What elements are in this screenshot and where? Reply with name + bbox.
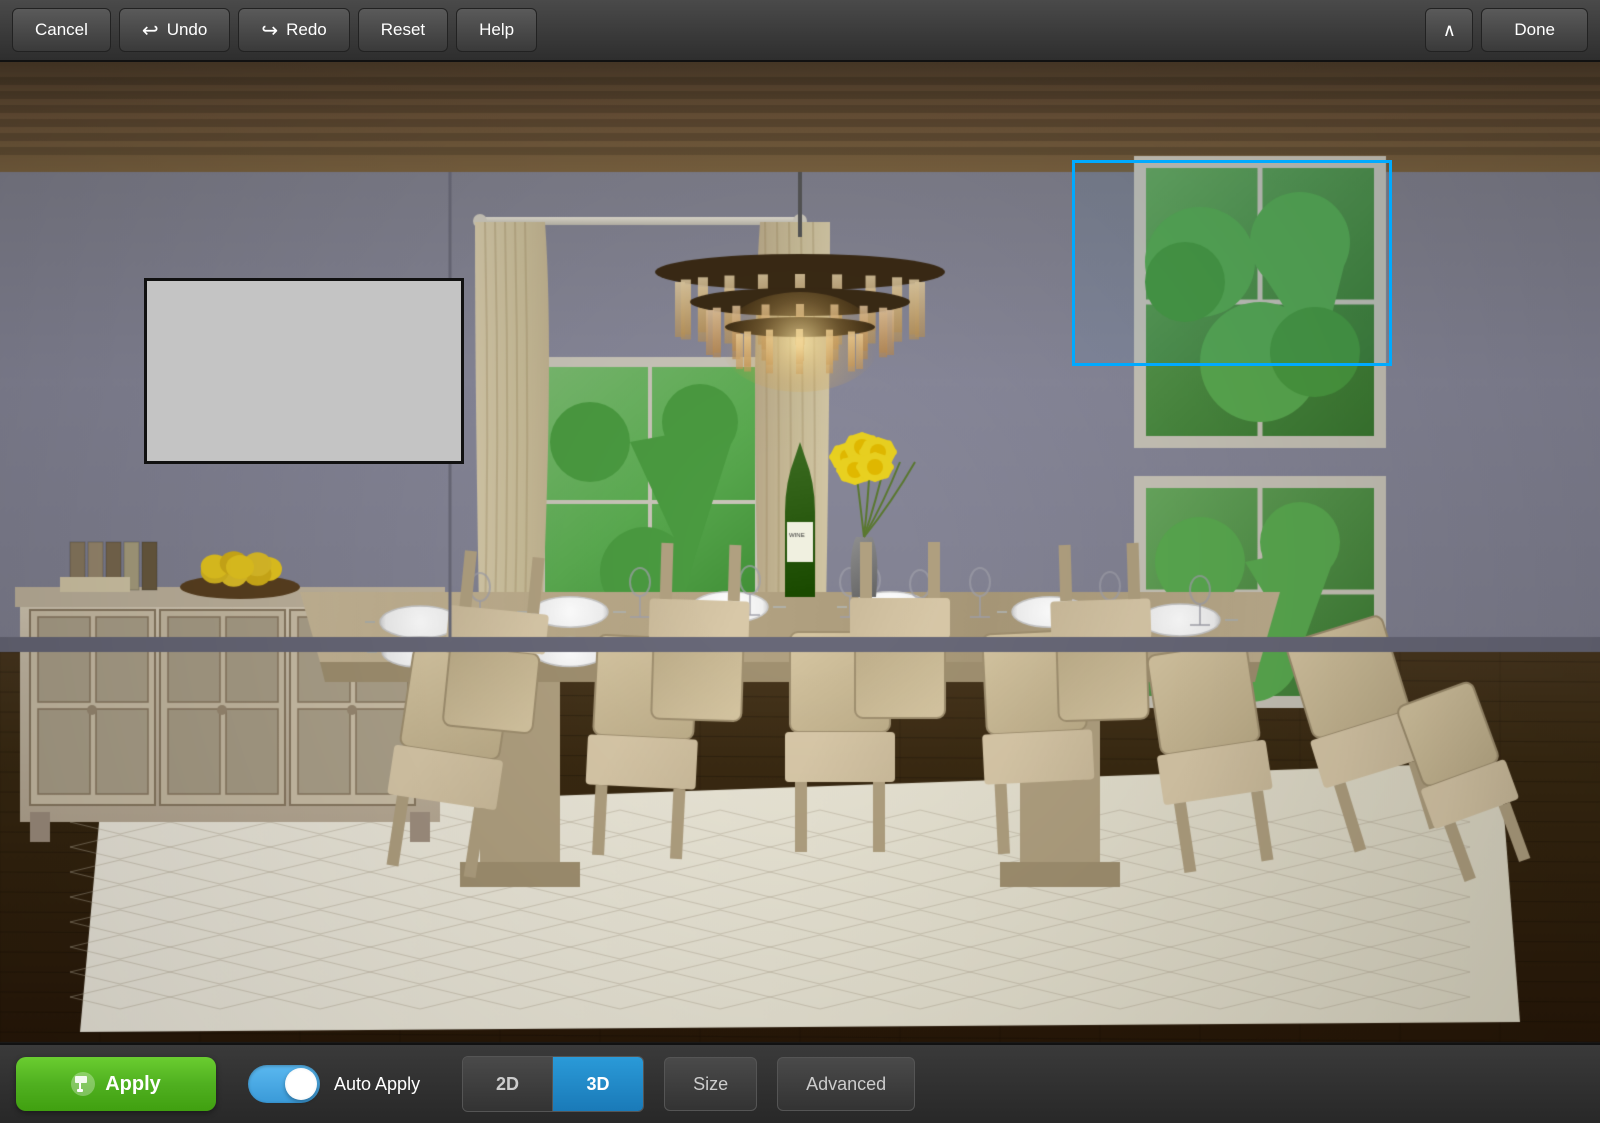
apply-button[interactable]: Apply <box>16 1057 216 1111</box>
view-mode-buttons: 2D 3D <box>462 1056 644 1112</box>
size-label: Size <box>693 1074 728 1094</box>
view-3d-label: 3D <box>587 1074 610 1094</box>
done-label: Done <box>1514 20 1555 39</box>
scene-canvas[interactable] <box>0 62 1600 1043</box>
auto-apply-area: Auto Apply <box>248 1065 420 1103</box>
top-toolbar: Cancel ↩ Undo ↪ Redo Reset Help ∧ Done <box>0 0 1600 62</box>
artwork-frame[interactable] <box>144 278 464 464</box>
redo-label: Redo <box>286 20 327 40</box>
collapse-button[interactable]: ∧ <box>1425 8 1473 52</box>
view-3d-button[interactable]: 3D <box>553 1057 643 1111</box>
chevron-up-icon: ∧ <box>1443 20 1456 41</box>
redo-icon: ↪ <box>261 18 278 43</box>
reset-button[interactable]: Reset <box>358 8 448 52</box>
reset-label: Reset <box>381 20 425 40</box>
view-2d-label: 2D <box>496 1074 519 1094</box>
undo-label: Undo <box>167 20 208 40</box>
apply-label: Apply <box>105 1073 161 1096</box>
help-button[interactable]: Help <box>456 8 537 52</box>
undo-icon: ↩ <box>142 18 159 43</box>
bottom-toolbar: Apply Auto Apply 2D 3D Size Advanced <box>0 1043 1600 1123</box>
auto-apply-toggle[interactable] <box>248 1065 320 1103</box>
cancel-button[interactable]: Cancel <box>12 8 111 52</box>
advanced-label: Advanced <box>806 1074 886 1094</box>
redo-button[interactable]: ↪ Redo <box>238 8 349 52</box>
paint-roller-icon <box>71 1072 95 1096</box>
scene-viewport[interactable] <box>0 62 1600 1043</box>
cancel-label: Cancel <box>35 20 88 40</box>
advanced-button[interactable]: Advanced <box>777 1057 915 1111</box>
undo-button[interactable]: ↩ Undo <box>119 8 230 52</box>
help-label: Help <box>479 20 514 40</box>
size-button[interactable]: Size <box>664 1057 757 1111</box>
view-2d-button[interactable]: 2D <box>463 1057 553 1111</box>
done-button[interactable]: Done <box>1481 8 1588 52</box>
auto-apply-label: Auto Apply <box>334 1074 420 1095</box>
toggle-thumb <box>285 1068 317 1100</box>
